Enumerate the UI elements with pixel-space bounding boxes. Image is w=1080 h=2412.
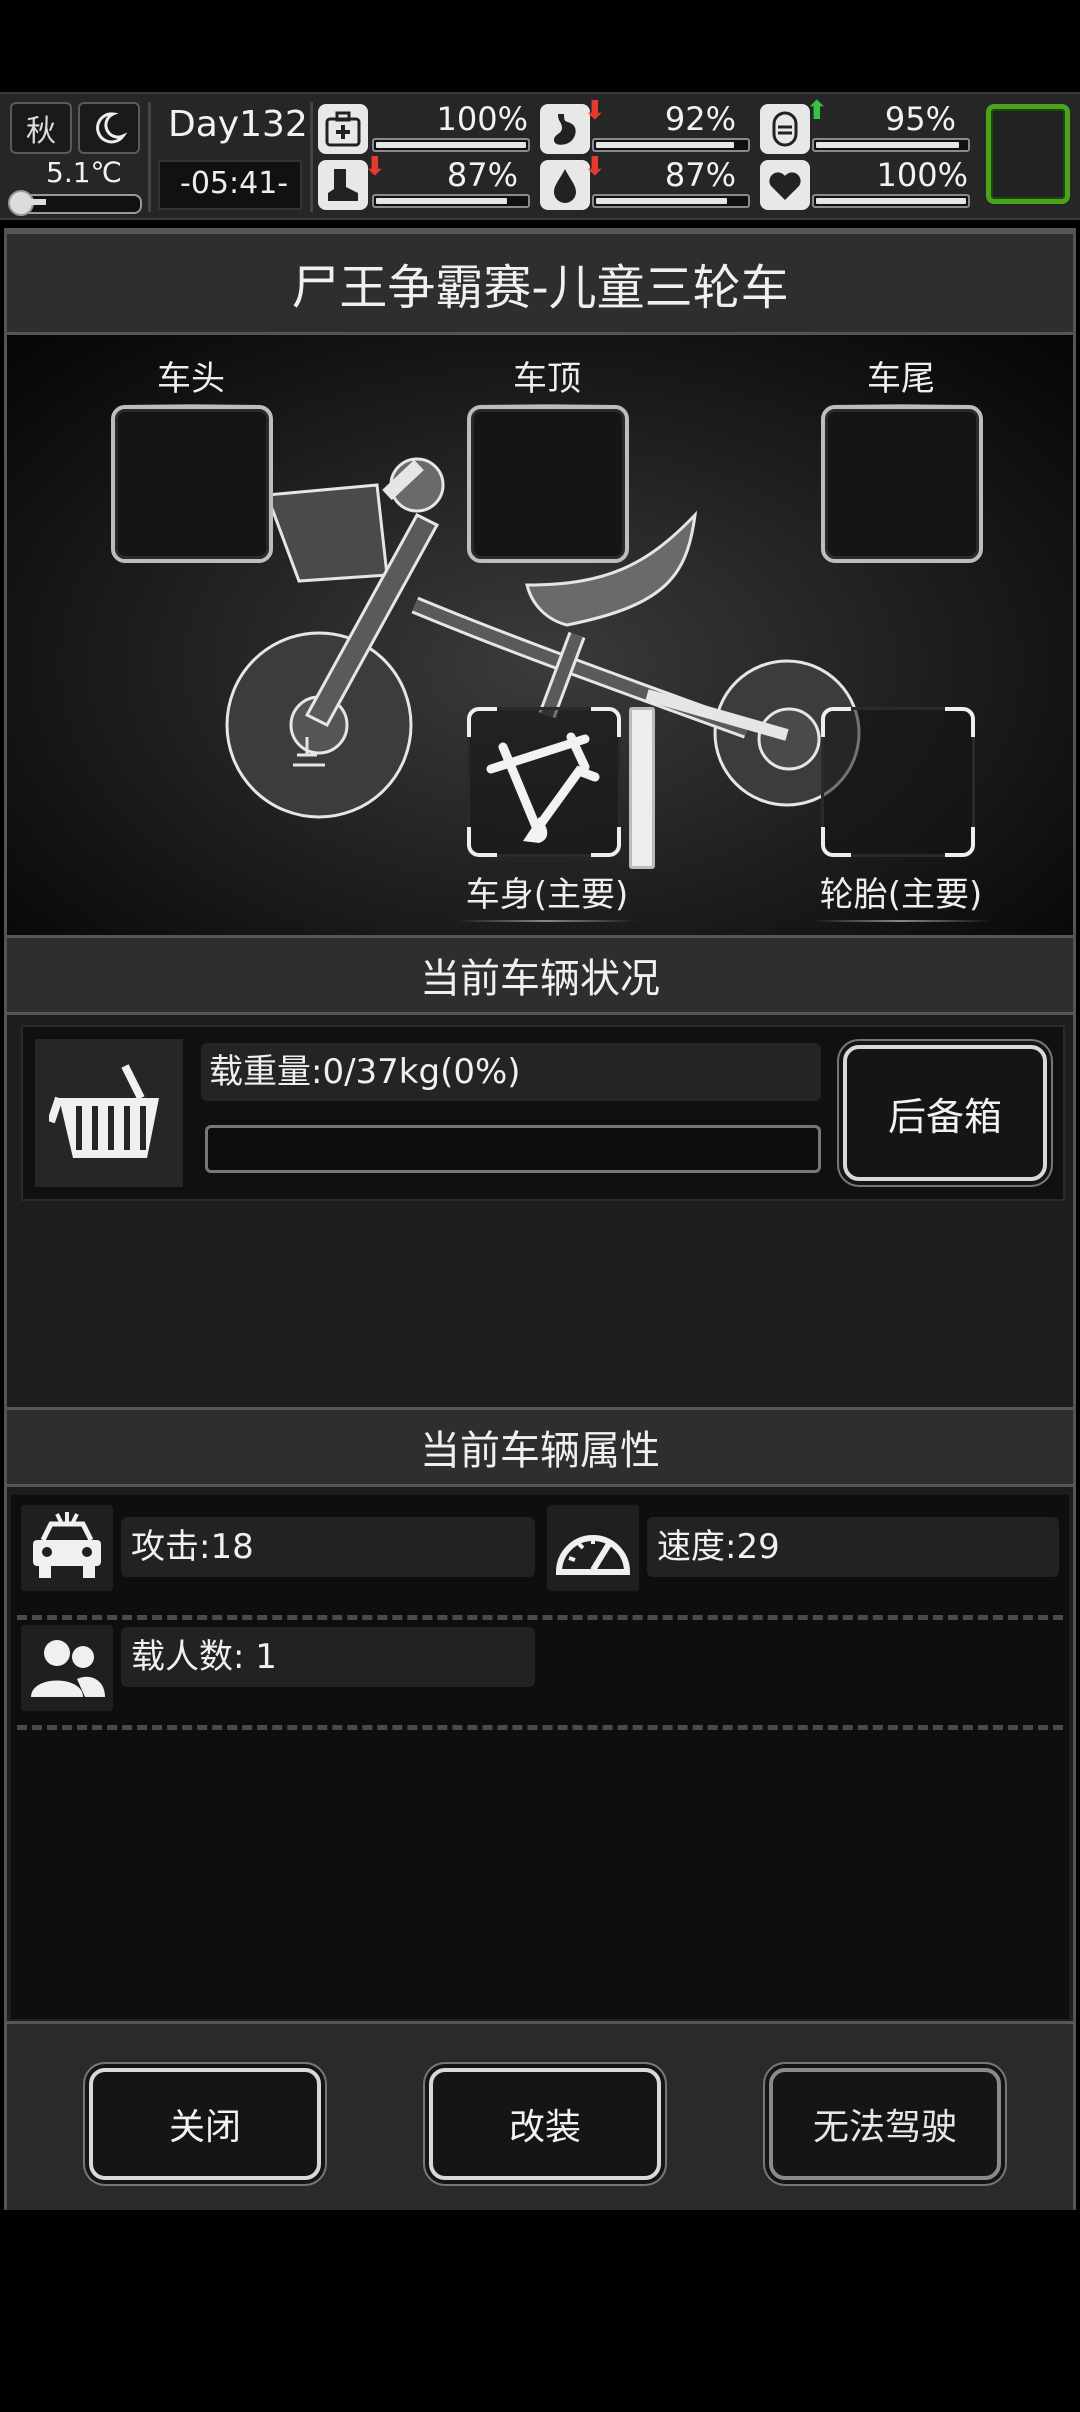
medkit-icon bbox=[318, 104, 368, 154]
vehicle-display: 车头 车顶 车尾 车身(主要) 轮胎(主要) bbox=[7, 335, 1073, 935]
season-badge: 秋 bbox=[10, 102, 72, 154]
speedometer-icon bbox=[547, 1505, 639, 1591]
mood-icon bbox=[760, 104, 810, 154]
passengers-icon bbox=[21, 1625, 113, 1711]
hunger-down-icon: ⬇ bbox=[584, 96, 606, 126]
attack-value: 攻击:18 bbox=[121, 1517, 535, 1577]
health-bar-fill bbox=[376, 142, 526, 148]
basket-icon bbox=[35, 1039, 183, 1187]
slot-label-roof: 车顶 bbox=[467, 351, 627, 406]
frame-icon bbox=[486, 732, 600, 843]
thirst-value: 87% bbox=[664, 156, 736, 194]
spirit-bar-fill bbox=[816, 198, 966, 204]
vehicle-panel: 尸王争霸赛-儿童三轮车 车头 车顶 车尾 车身(主要) 轮胎(主要) 当前车辆状… bbox=[4, 228, 1076, 2210]
thirst-bar-fill bbox=[596, 198, 727, 204]
hunger-bar bbox=[592, 138, 750, 152]
time-label: -05:41- bbox=[180, 166, 289, 201]
slot-head[interactable] bbox=[111, 405, 273, 563]
slot-label-tire: 轮胎(主要) bbox=[801, 867, 1001, 922]
thirst-down-icon: ⬇ bbox=[584, 152, 606, 182]
day-label: Day132 bbox=[168, 104, 308, 145]
stamina-bar-fill bbox=[376, 198, 507, 204]
slot-tire[interactable] bbox=[821, 707, 975, 857]
mood-up-icon: ⬆ bbox=[806, 96, 828, 126]
boot-icon bbox=[318, 160, 368, 210]
divider bbox=[17, 1615, 1063, 1620]
trunk-button[interactable]: 后备箱 bbox=[843, 1045, 1047, 1181]
slot-label-body: 车身(主要) bbox=[447, 867, 647, 922]
thirst-bar bbox=[592, 194, 750, 208]
body-durability-bar bbox=[629, 707, 655, 869]
stamina-down-icon: ⬇ bbox=[364, 152, 386, 182]
status-header: 当前车辆状况 bbox=[7, 935, 1073, 1015]
modify-button[interactable]: 改装 bbox=[429, 2068, 661, 2180]
attributes-section: 攻击:18 速度:29 载人数: 1 bbox=[11, 1495, 1069, 2019]
time-box: -05:41- bbox=[158, 160, 302, 210]
vehicle-title: 尸王争霸赛-儿童三轮车 bbox=[7, 231, 1073, 335]
mood-value: 95% bbox=[884, 100, 956, 138]
heart-icon bbox=[760, 160, 810, 210]
health-value: 100% bbox=[436, 100, 528, 138]
water-drop-icon bbox=[540, 160, 590, 210]
spirit-bar bbox=[812, 194, 970, 208]
season-label: 秋 bbox=[26, 114, 56, 149]
slot-body[interactable] bbox=[467, 707, 621, 857]
hunger-bar-fill bbox=[596, 142, 734, 148]
moon-icon bbox=[78, 102, 140, 154]
stamina-bar bbox=[372, 194, 530, 208]
stomach-icon bbox=[540, 104, 590, 154]
drive-button[interactable]: 无法驾驶 bbox=[769, 2068, 1001, 2180]
health-bar bbox=[372, 138, 530, 152]
car-attack-icon bbox=[21, 1505, 113, 1591]
equipment-slot[interactable] bbox=[986, 104, 1070, 204]
spirit-value: 100% bbox=[876, 156, 968, 194]
hunger-value: 92% bbox=[664, 100, 736, 138]
close-button[interactable]: 关闭 bbox=[89, 2068, 321, 2180]
slot-label-head: 车头 bbox=[111, 351, 271, 406]
mood-bar-fill bbox=[816, 142, 959, 148]
load-label: 载重量:0/37kg(0%) bbox=[201, 1043, 821, 1101]
passengers-value: 载人数: 1 bbox=[121, 1627, 535, 1687]
speed-value: 速度:29 bbox=[647, 1517, 1059, 1577]
status-hud: 秋 5.1℃ Day132 -05:41- 100% ⬇ 92% ⬆ 95% ⬇… bbox=[0, 92, 1080, 220]
attributes-header: 当前车辆属性 bbox=[7, 1407, 1073, 1487]
temperature-label: 5.1℃ bbox=[46, 156, 122, 189]
stamina-value: 87% bbox=[446, 156, 518, 194]
slot-tail[interactable] bbox=[821, 405, 983, 563]
status-section: 载重量:0/37kg(0%) 后备箱 bbox=[7, 1015, 1073, 1399]
action-bar: 关闭 改装 无法驾驶 bbox=[7, 2021, 1073, 2210]
slot-label-tail: 车尾 bbox=[821, 351, 981, 406]
mood-bar bbox=[812, 138, 970, 152]
load-bar bbox=[205, 1125, 821, 1173]
thermometer-icon bbox=[8, 190, 142, 216]
cargo-row: 载重量:0/37kg(0%) 后备箱 bbox=[21, 1025, 1065, 1201]
divider bbox=[17, 1725, 1063, 1730]
slot-roof[interactable] bbox=[467, 405, 629, 563]
